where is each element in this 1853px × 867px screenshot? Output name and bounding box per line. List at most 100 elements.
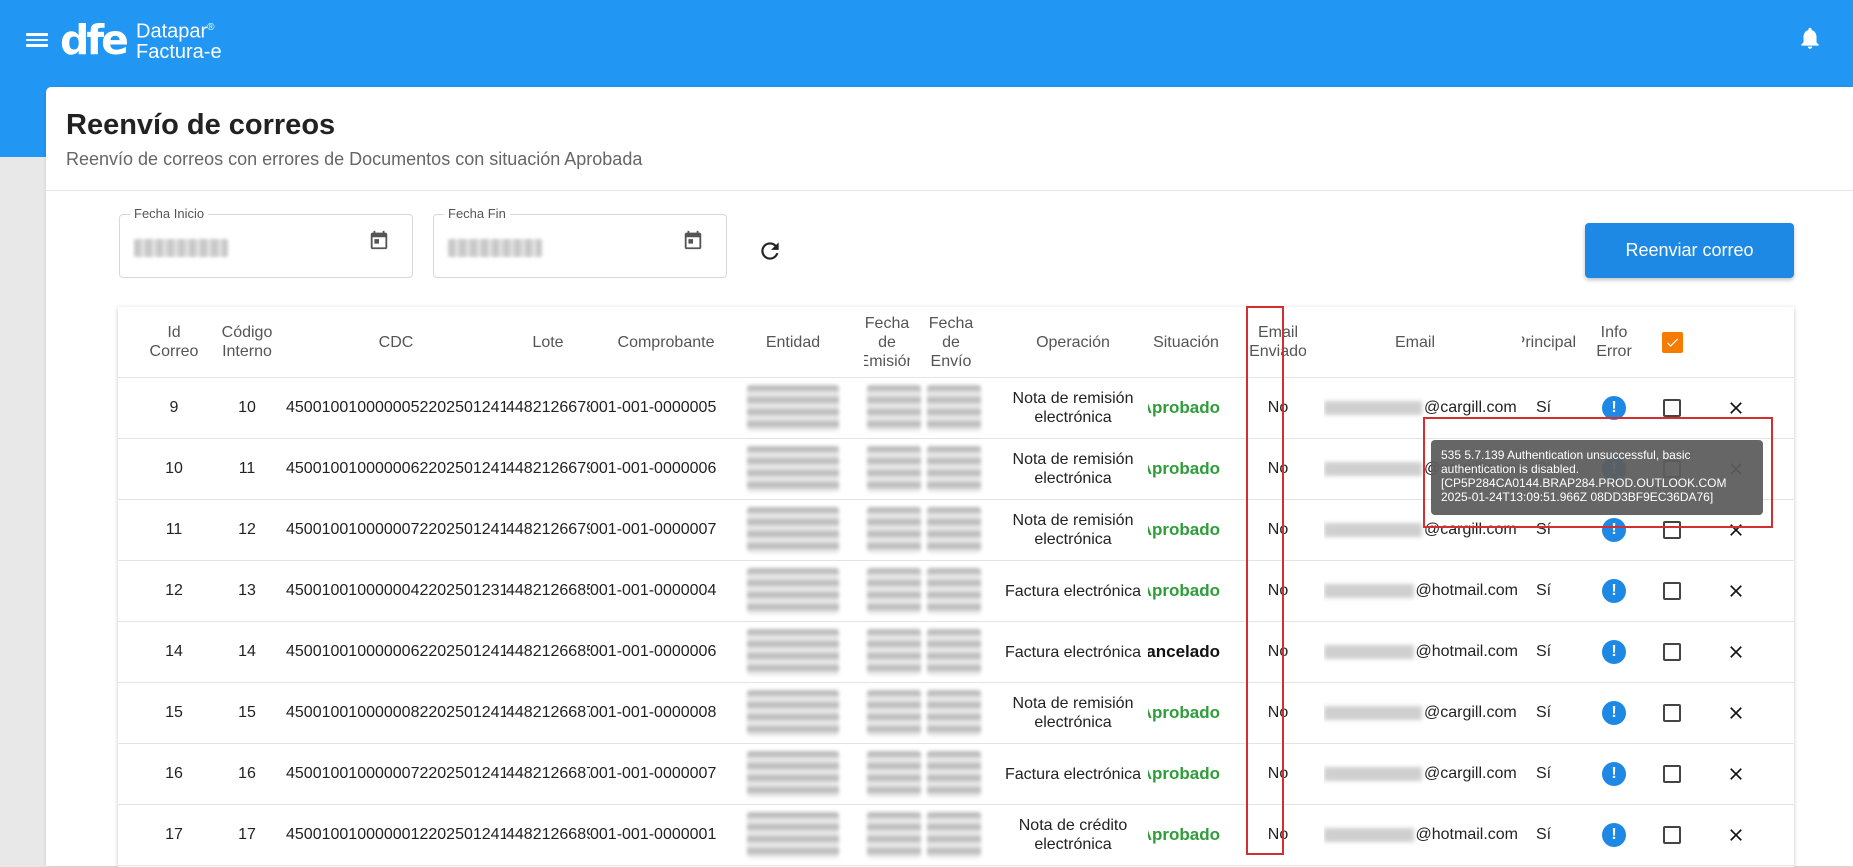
info-error-icon[interactable]: !	[1602, 701, 1626, 725]
cell-fecha-envio	[924, 805, 984, 865]
table-row[interactable]: 14 14 450010010000006220250124151 448212668…	[118, 622, 1794, 683]
close-icon[interactable]	[1726, 642, 1746, 662]
page-subtitle: Reenvío de correos con errores de Docume…	[66, 149, 643, 169]
table-row[interactable]: 17 17 450010010000001220250124111 448212668…	[118, 805, 1794, 866]
cell-codigo: 15	[238, 704, 256, 721]
col-header-fecha-envio[interactable]: Fecha de Envío	[924, 307, 978, 377]
col-header-situacion[interactable]: Situación	[1148, 307, 1224, 377]
cell-email: @cargill.com	[1324, 744, 1518, 804]
cell-comprobante: 001-001-0000007	[590, 765, 717, 782]
cell-fecha-envio	[924, 744, 984, 804]
cell-lote: 44821266780	[506, 399, 590, 416]
redacted-fecha-emision	[867, 568, 921, 614]
redacted-fecha-emision	[867, 690, 921, 736]
row-checkbox[interactable]	[1663, 826, 1681, 844]
cell-email-enviado: No	[1267, 521, 1289, 538]
redacted-entidad	[747, 751, 839, 797]
col-header-entidad[interactable]: Entidad	[742, 307, 844, 377]
cell-cdc: 450010010000007220250124171	[286, 521, 506, 538]
cell-operacion: Nota de remisión electrónica	[1012, 390, 1134, 426]
row-checkbox[interactable]	[1663, 765, 1681, 783]
close-icon[interactable]	[1726, 581, 1746, 601]
col-header-cdc[interactable]: CDC	[286, 307, 506, 377]
close-icon[interactable]	[1726, 825, 1746, 845]
info-error-icon[interactable]: !	[1602, 823, 1626, 847]
redacted-fecha-emision	[867, 629, 921, 675]
col-header-email-enviado[interactable]: Email Enviado	[1250, 307, 1306, 377]
select-all-header[interactable]	[1652, 307, 1692, 377]
email-domain: @hotmail.com	[1415, 643, 1519, 660]
cell-email: @hotmail.com	[1324, 561, 1518, 621]
bell-icon[interactable]	[1797, 24, 1823, 52]
close-icon[interactable]	[1726, 703, 1746, 723]
close-icon[interactable]	[1726, 764, 1746, 784]
redacted-fecha-emision	[867, 385, 921, 431]
calendar-icon[interactable]	[368, 229, 390, 251]
cell-select	[1652, 744, 1692, 804]
col-header-codigo[interactable]: Código Interno	[208, 307, 286, 377]
cell-email: @hotmail.com	[1324, 622, 1518, 682]
redacted-email-user	[1324, 706, 1422, 720]
cell-fecha-emision	[864, 378, 924, 438]
refresh-icon[interactable]	[757, 238, 783, 264]
cell-entidad	[742, 378, 844, 438]
col-header-email[interactable]: Email	[1318, 307, 1512, 377]
info-error-icon[interactable]: !	[1602, 640, 1626, 664]
cell-situacion: Aprobado	[1148, 398, 1220, 417]
cell-email-enviado: No	[1267, 765, 1289, 782]
table-row[interactable]: 12 13 450010010000004220250123141 448212668…	[118, 561, 1794, 622]
col-header-info-error[interactable]: Info Error	[1588, 307, 1640, 377]
resend-email-button[interactable]: Reenviar correo	[1585, 223, 1794, 278]
cell-lote: 44821266870	[506, 765, 590, 782]
cell-delete	[1716, 561, 1756, 621]
start-date-label: Fecha Inicio	[130, 206, 209, 221]
close-icon[interactable]	[1726, 520, 1746, 540]
row-checkbox[interactable]	[1663, 704, 1681, 722]
calendar-icon[interactable]	[682, 229, 704, 251]
cell-delete	[1716, 744, 1756, 804]
start-date-field[interactable]: Fecha Inicio	[119, 206, 413, 278]
cell-id: 9	[169, 399, 179, 416]
col-header-fecha-emision[interactable]: Fecha de Emisión	[864, 307, 910, 377]
col-header-principal[interactable]: Principal	[1522, 307, 1576, 377]
redacted-fecha-envio	[927, 629, 981, 675]
info-error-icon[interactable]: !	[1602, 518, 1626, 542]
end-date-label: Fecha Fin	[444, 206, 510, 221]
info-error-icon[interactable]: !	[1602, 579, 1626, 603]
redacted-fecha-emision	[867, 751, 921, 797]
select-all-checkbox[interactable]	[1661, 331, 1683, 353]
end-date-field[interactable]: Fecha Fin	[433, 206, 727, 278]
cell-operacion: Factura electrónica	[1004, 582, 1142, 600]
close-icon[interactable]	[1726, 398, 1746, 418]
info-error-icon[interactable]: !	[1602, 396, 1626, 420]
redacted-email-user	[1324, 645, 1414, 659]
cell-fecha-emision	[864, 744, 924, 804]
emails-table: Id Correo Código Interno CDC Lote Compro…	[118, 307, 1794, 867]
row-checkbox[interactable]	[1663, 521, 1681, 539]
table-row[interactable]: 16 16 450010010000007220250124111 448212668…	[118, 744, 1794, 805]
cell-principal: Sí	[1536, 704, 1552, 721]
cell-cdc: 450010010000005220250124151	[286, 399, 506, 416]
col-header-lote[interactable]: Lote	[506, 307, 590, 377]
cell-operacion: Nota de crédito electrónica	[1018, 817, 1128, 853]
row-checkbox[interactable]	[1663, 582, 1681, 600]
col-header-operacion[interactable]: Operación	[1008, 307, 1138, 377]
cell-select	[1652, 805, 1692, 865]
cell-fecha-envio	[924, 683, 984, 743]
cell-fecha-emision	[864, 561, 924, 621]
row-checkbox[interactable]	[1663, 399, 1681, 417]
redacted-fecha-emision	[867, 507, 921, 553]
menu-icon[interactable]	[26, 30, 48, 48]
table-row[interactable]: 15 15 450010010000008220250124171 448212668…	[118, 683, 1794, 744]
col-header-id[interactable]: Id Correo	[140, 307, 208, 377]
cell-delete	[1716, 378, 1756, 438]
info-error-icon[interactable]: !	[1602, 762, 1626, 786]
cell-fecha-envio	[924, 378, 984, 438]
table-row[interactable]: 9 10 4500100100000052202501241514482126678…	[118, 378, 1794, 439]
col-header-comprobante[interactable]: Comprobante	[590, 307, 742, 377]
cell-codigo: 16	[238, 765, 256, 782]
cell-cdc: 450010010000004220250123141	[286, 582, 506, 599]
redacted-email-user	[1324, 401, 1422, 415]
row-checkbox[interactable]	[1663, 643, 1681, 661]
cell-comprobante: 001-001-0000005	[590, 399, 717, 416]
